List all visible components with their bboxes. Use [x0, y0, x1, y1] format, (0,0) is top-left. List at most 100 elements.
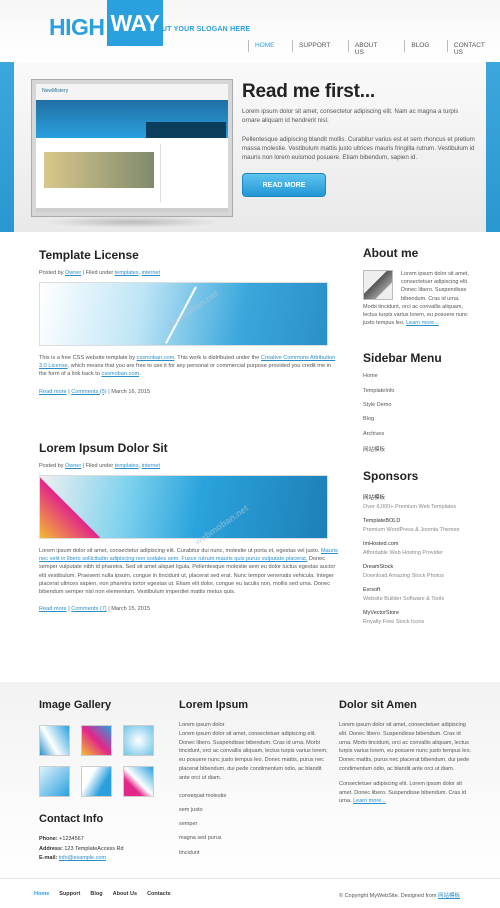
read-more-button[interactable]: READ MORE: [242, 173, 326, 197]
bottom-bar: Home Support Blog About Us Contacts © Co…: [0, 878, 500, 908]
read-more-link[interactable]: Read more: [39, 389, 67, 395]
post-meta: Posted by Owner | Filed under templates,…: [39, 270, 161, 276]
sidebar-item-home[interactable]: Home: [363, 373, 473, 387]
footer-link[interactable]: consequat molestie: [179, 793, 329, 807]
top-nav: HOME SUPPORT ABOUT US BLOG CONTACT US: [248, 40, 500, 56]
inline-link[interactable]: cssmoban.com: [102, 371, 140, 377]
post: Template License Posted by Owner | Filed…: [39, 248, 339, 395]
email-link[interactable]: info@example.com: [59, 855, 106, 861]
sponsor-desc: Premium WordPress & Joomla Themes: [363, 527, 460, 534]
footer-link[interactable]: semper: [179, 821, 329, 835]
gallery-title: Image Gallery: [39, 699, 112, 711]
sidebar-menu: Home TemplateInfo Style Demo Blog Archiv…: [363, 373, 473, 459]
about-title: About me: [363, 246, 419, 260]
gallery-thumb[interactable]: [39, 725, 70, 756]
category-link[interactable]: internet: [142, 270, 160, 276]
bottom-nav-contacts[interactable]: Contacts: [147, 891, 171, 897]
author-link[interactable]: Owner: [65, 270, 81, 276]
hero-screenshot: NewMistery: [32, 80, 232, 216]
post-footer: Read more | Comments (7) | March 15, 201…: [39, 606, 151, 613]
bottom-nav: Home Support Blog About Us Contacts: [34, 891, 181, 897]
slogan: PUT YOUR SLOGAN HERE: [157, 26, 251, 33]
post-meta: Posted by Owner | Filed under templates,…: [39, 463, 161, 469]
read-more-link[interactable]: Read more: [39, 606, 67, 612]
sponsor-desc: Royalty Free Stock Icons: [363, 619, 425, 626]
sidebar-item-style-demo[interactable]: Style Demo: [363, 402, 473, 416]
category-link[interactable]: templates: [115, 463, 139, 469]
gallery-thumb[interactable]: [81, 766, 112, 797]
bottom-nav-support[interactable]: Support: [59, 891, 80, 897]
post-title[interactable]: Lorem Ipsum Dolor Sit: [39, 441, 339, 455]
screen-brand: NewMistery: [42, 88, 69, 94]
post-text: This is a free CSS website template by c…: [39, 355, 336, 378]
hero-paragraph-1: Lorem ipsum dolor sit amet, consectetur …: [242, 108, 459, 124]
about-box: Lorem ipsum dolor sit amet, consectetuer…: [363, 270, 473, 327]
author-link[interactable]: Owner: [65, 463, 81, 469]
post-footer: Read more | Comments (5) | March 16, 201…: [39, 388, 151, 395]
hero-title: Read me first...: [242, 81, 376, 102]
col3-title: Dolor sit Amen: [339, 699, 417, 711]
footer-link[interactable]: tincidunt: [179, 850, 329, 864]
sponsor-name[interactable]: MyVectorStore: [363, 610, 473, 616]
sponsor-desc: Download Amazing Stock Photos: [363, 573, 445, 580]
page: HIGH WAY PUT YOUR SLOGAN HERE HOME SUPPO…: [0, 0, 500, 908]
nav-home[interactable]: HOME: [248, 40, 281, 52]
nav-about-us[interactable]: ABOUT US: [347, 40, 393, 56]
sponsor-name[interactable]: TemplateBOLD: [363, 518, 473, 524]
sponsor-name[interactable]: DreamStock: [363, 564, 473, 570]
sponsor-name[interactable]: Evrsoft: [363, 587, 473, 593]
sponsor-desc: Over 6,000+ Premium Web Templates: [363, 504, 457, 511]
sidebar-item-archives[interactable]: Archives: [363, 431, 473, 445]
col3-text: Lorem ipsum dolor sit amet, consectetuer…: [339, 722, 472, 772]
sponsors-list: 网站模板 Over 6,000+ Premium Web Templates Te…: [363, 493, 473, 625]
footer-link[interactable]: sem justo: [179, 807, 329, 821]
col2-title: Lorem Ipsum: [179, 699, 249, 711]
nav-contact-us[interactable]: CONTACT US: [446, 40, 500, 56]
sidebar-menu-title: Sidebar Menu: [363, 351, 442, 366]
hero-panel: NewMistery Read me first... Lorem ipsum …: [14, 62, 486, 232]
bottom-nav-blog[interactable]: Blog: [90, 891, 102, 897]
gallery-grid: [39, 725, 159, 797]
nav-support[interactable]: SUPPORT: [292, 40, 336, 52]
comments-link[interactable]: Comments (7): [71, 606, 106, 612]
hero-paragraph-2: Pellentesque adipiscing blandit mollis. …: [242, 136, 475, 161]
designer-link[interactable]: 网站模板: [438, 893, 460, 899]
sidebar-item-templates[interactable]: 网站模板: [363, 445, 473, 459]
bottom-nav-home[interactable]: Home: [34, 891, 49, 897]
contact-title: Contact Info: [39, 813, 104, 825]
gallery-thumb[interactable]: [39, 766, 70, 797]
sponsor-desc: Website Builder Software & Tools: [363, 596, 445, 603]
avatar: [363, 270, 393, 300]
logo[interactable]: HIGH WAY: [49, 0, 164, 46]
logo-way: WAY: [106, 0, 164, 46]
sponsors-title: Sponsors: [363, 469, 419, 484]
gallery-thumb[interactable]: [123, 725, 154, 756]
footer-link[interactable]: magna sed purus: [179, 835, 329, 849]
learn-more-link[interactable]: Learn more...: [406, 320, 439, 326]
gallery-thumb[interactable]: [81, 725, 112, 756]
footer: Image Gallery Contact Info Phone: +12345…: [0, 682, 500, 878]
sponsor-desc: Affordable Web Hosting Provider: [363, 550, 443, 557]
category-link[interactable]: internet: [142, 463, 160, 469]
sponsor-name[interactable]: ImHosted.com: [363, 541, 473, 547]
sidebar-item-blog[interactable]: Blog: [363, 416, 473, 430]
hero: NewMistery Read me first... Lorem ipsum …: [0, 62, 500, 232]
gallery-thumb[interactable]: [123, 766, 154, 797]
learn-more-link[interactable]: Learn more...: [353, 798, 386, 804]
post-title[interactable]: Template License: [39, 248, 339, 262]
col3-text-2: Consectetuer adipiscing elit. Lorem ipsu…: [339, 780, 466, 805]
nav-blog[interactable]: BLOG: [404, 40, 435, 52]
bottom-nav-about-us[interactable]: About Us: [113, 891, 137, 897]
sponsor-name[interactable]: 网站模板: [363, 493, 473, 501]
footer-col-dolor: Dolor sit Amen Lorem ipsum dolor sit ame…: [339, 699, 474, 806]
post-image: [39, 475, 328, 539]
post: Lorem Ipsum Dolor Sit Posted by Owner | …: [39, 441, 339, 612]
inline-link[interactable]: cssmoban.com: [137, 355, 175, 361]
contact-info: Phone: +1234567 Address: 123 TemplateAcc…: [39, 836, 124, 861]
col2-text: Lorem ipsum dolor Lorem ipsum dolor sit …: [179, 722, 328, 781]
comments-link[interactable]: Comments (5): [71, 389, 106, 395]
category-link[interactable]: templates: [115, 270, 139, 276]
post-image: [39, 282, 328, 346]
sidebar: About me Lorem ipsum dolor sit amet, con…: [363, 246, 473, 633]
sidebar-item-templateinfo[interactable]: TemplateInfo: [363, 388, 473, 402]
